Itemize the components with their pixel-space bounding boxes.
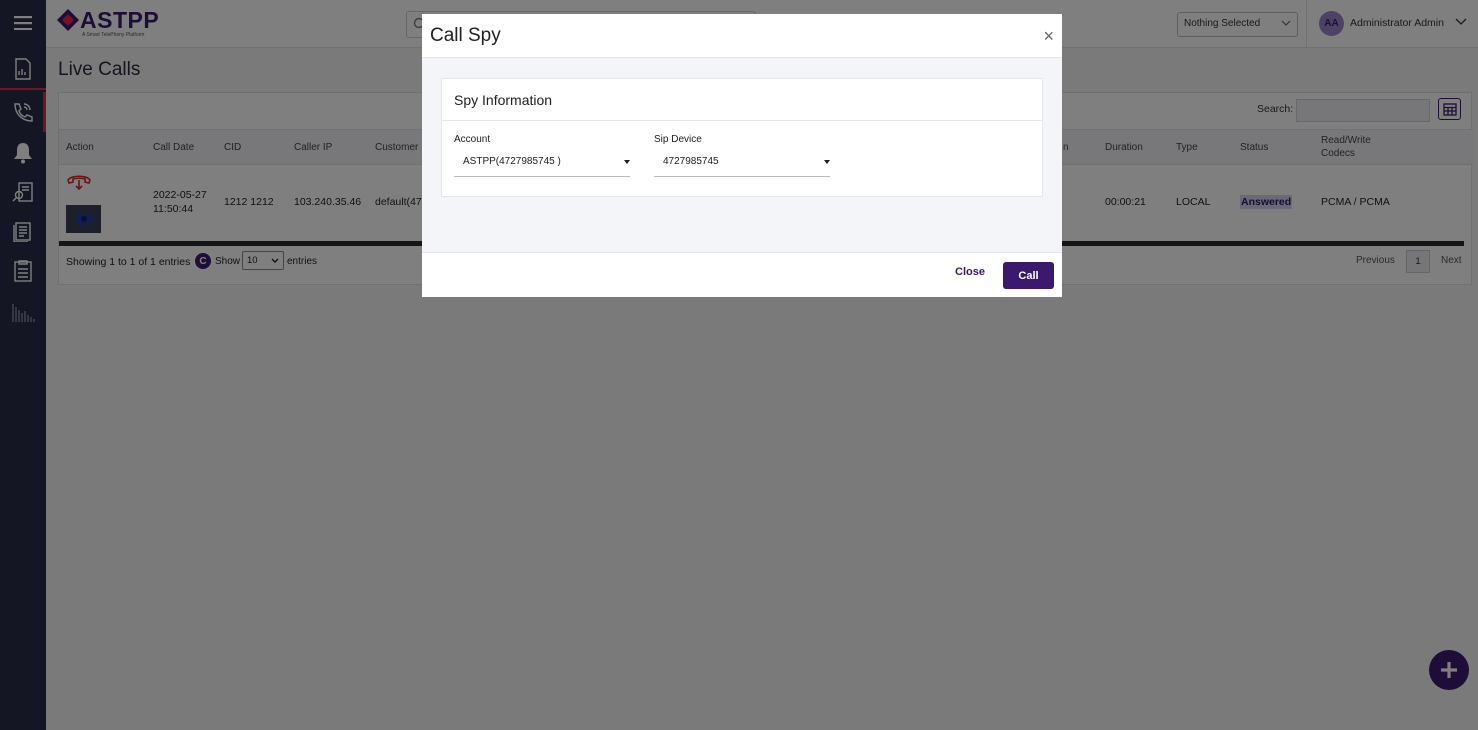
call-button[interactable]: Call: [1003, 262, 1054, 289]
caret-down-icon: [624, 160, 630, 164]
close-button[interactable]: Close: [955, 266, 985, 278]
close-icon[interactable]: ×: [1043, 27, 1054, 45]
modal-footer: Close Call: [422, 252, 1062, 297]
account-label: Account: [454, 134, 491, 145]
caret-down-icon: [824, 160, 830, 164]
section-title: Spy Information: [454, 92, 553, 108]
sip-device-value: 4727985745: [663, 156, 719, 167]
call-spy-modal: Call Spy × Spy Information Account ASTPP…: [422, 14, 1062, 297]
modal-header: Call Spy ×: [422, 14, 1062, 58]
spy-information-card: Spy Information Account ASTPP(4727985745…: [441, 78, 1043, 197]
account-select[interactable]: ASTPP(4727985745 ): [454, 149, 630, 177]
sip-device-select[interactable]: 4727985745: [654, 149, 830, 177]
account-value: ASTPP(4727985745 ): [463, 156, 561, 167]
sip-device-label: Sip Device: [654, 134, 702, 145]
modal-title: Call Spy: [430, 25, 501, 46]
